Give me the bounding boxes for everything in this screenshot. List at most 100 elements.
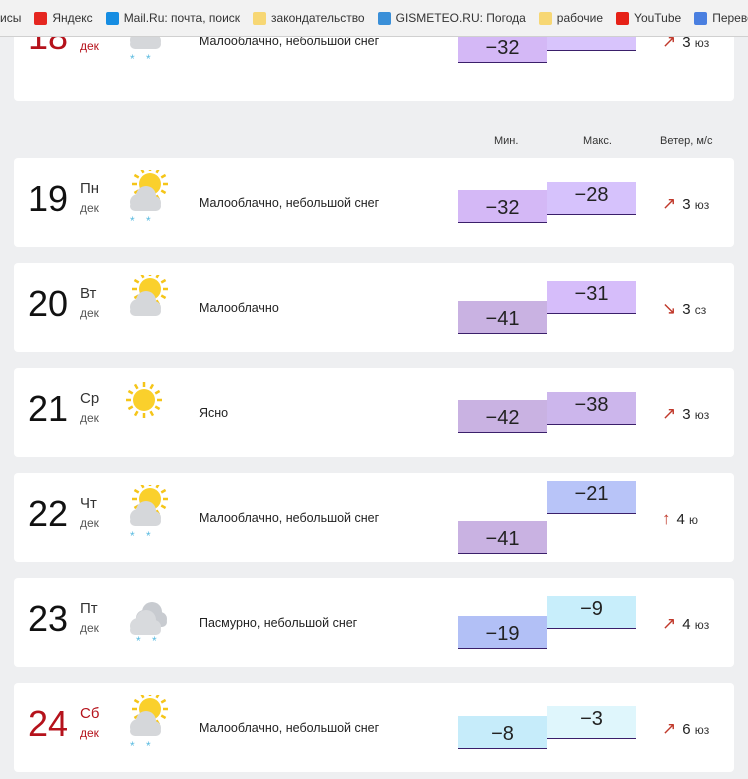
bookmark-item[interactable]: YouTube xyxy=(616,11,681,25)
bookmark-label: закондательство xyxy=(271,11,365,25)
forecast-day-card: 23 Пт дек * * Пасмурно, небольшой снег −1… xyxy=(14,578,734,667)
weather-description: Малооблачно, небольшой снег xyxy=(199,721,380,735)
svg-text:*: * xyxy=(146,739,151,753)
wind-direction: сз xyxy=(694,303,707,317)
forecast-day-card: 22 Чт дек * * Малооблачно, небольшой снег… xyxy=(14,473,734,562)
svg-text:*: * xyxy=(130,214,135,228)
wind-speed: 3 xyxy=(682,406,691,423)
svg-text:*: * xyxy=(146,529,151,543)
bookmark-item[interactable]: Перево xyxy=(694,11,748,25)
svg-text:*: * xyxy=(130,52,135,66)
bookmark-item[interactable]: GISMETEO.RU: Погода xyxy=(377,11,526,25)
month: дек xyxy=(80,39,99,53)
bookmark-label: исы xyxy=(0,11,22,25)
weather-description: Малооблачно, небольшой снег xyxy=(199,511,380,525)
bookmark-icon xyxy=(105,11,119,25)
partly-cloudy-snow-icon: * * xyxy=(118,481,174,550)
bookmark-label: Перево xyxy=(712,11,748,25)
svg-text:*: * xyxy=(130,739,135,753)
bookmark-item[interactable]: Яндекс xyxy=(34,11,93,25)
svg-text:*: * xyxy=(146,52,151,66)
max-temp-bar: −31 xyxy=(547,281,636,314)
min-temp-bar: −42 xyxy=(458,400,547,433)
bookmark-label: Mail.Ru: почта, поиск xyxy=(123,11,241,25)
sun-icon xyxy=(118,380,174,445)
forecast-day-card: 21 Ср дек Ясно −42 −38 ↗ 3 юз xyxy=(14,368,734,457)
min-header: Мин. xyxy=(494,135,519,147)
wind: ↗ 3 юз xyxy=(662,404,709,424)
wind-arrow-icon: ↗ xyxy=(662,614,677,633)
wind-speed: 4 xyxy=(676,511,685,528)
partly-cloudy-snow-icon: * * xyxy=(118,691,174,760)
month: дек xyxy=(80,411,99,425)
min-temp-bar: −32 xyxy=(458,190,547,223)
wind-arrow-icon: ↘ xyxy=(662,299,677,318)
wind-direction: юз xyxy=(694,723,710,737)
bookmark-item[interactable]: исы xyxy=(0,11,21,25)
svg-text:*: * xyxy=(146,214,151,228)
weekday: Ср xyxy=(80,390,100,407)
max-temp-bar: −3 xyxy=(547,706,636,739)
bookmark-icon xyxy=(34,11,48,25)
wind-direction: ю xyxy=(689,513,699,527)
month: дек xyxy=(80,201,99,215)
max-temp-bar: −38 xyxy=(547,392,636,425)
forecast-day-card: 20 Вт дек Малооблачно −41 −31 ↘ 3 сз xyxy=(14,263,734,352)
weekday: Вт xyxy=(80,285,97,302)
wind-direction: юз xyxy=(694,198,710,212)
partly-cloudy-icon xyxy=(118,271,174,340)
min-temp-bar: −8 xyxy=(458,716,547,749)
max-temp-bar: −9 xyxy=(547,596,636,629)
day-number: 19 xyxy=(28,178,69,219)
overcast-snow-icon: * * xyxy=(118,590,178,655)
wind: ↗ 6 юз xyxy=(662,719,709,739)
bookmark-icon xyxy=(694,11,708,25)
day-number: 24 xyxy=(28,703,69,744)
weekday: Чт xyxy=(80,495,97,512)
max-header: Макс. xyxy=(583,135,612,147)
month: дек xyxy=(80,306,99,320)
wind-arrow-icon: ↗ xyxy=(662,404,677,423)
wind-speed: 3 xyxy=(682,196,691,213)
bookmark-item[interactable]: рабочие xyxy=(538,11,604,25)
svg-text:*: * xyxy=(130,529,135,543)
bookmark-icon xyxy=(538,11,552,25)
weather-description: Малооблачно, небольшой снег xyxy=(199,196,380,210)
day-number: 21 xyxy=(28,388,69,429)
weekday: Пн xyxy=(80,180,100,197)
wind: ↑ 4 ю xyxy=(662,509,698,529)
min-temp-bar: −41 xyxy=(458,521,547,554)
bookmark-icon xyxy=(377,11,391,25)
bookmark-label: GISMETEO.RU: Погода xyxy=(395,11,526,25)
day-number: 23 xyxy=(28,598,69,639)
bookmark-item[interactable]: Mail.Ru: почта, поиск xyxy=(105,11,241,25)
month: дек xyxy=(80,621,99,635)
wind-header: Ветер, м/с xyxy=(660,135,713,147)
day-number: 22 xyxy=(28,493,69,534)
bookmark-label: рабочие xyxy=(556,11,604,25)
day-number: 20 xyxy=(28,283,69,324)
wind: ↘ 3 сз xyxy=(662,299,706,319)
max-temp-bar: −21 xyxy=(547,481,636,514)
wind: ↗ 3 юз xyxy=(662,194,709,214)
wind-arrow-icon: ↑ xyxy=(662,509,671,528)
wind-arrow-icon: ↗ xyxy=(662,194,677,213)
month: дек xyxy=(80,726,99,740)
wind-direction: юз xyxy=(694,618,710,632)
wind-speed: 4 xyxy=(682,616,691,633)
bookmark-item[interactable]: закондательство xyxy=(253,11,365,25)
weather-description: Ясно xyxy=(199,406,229,420)
min-temp-bar: −19 xyxy=(458,616,547,649)
bookmark-icon xyxy=(616,11,630,25)
weekday: Сб xyxy=(80,705,100,722)
wind-arrow-icon: ↗ xyxy=(662,719,677,738)
weather-description: Малооблачно xyxy=(199,301,279,315)
wind-speed: 6 xyxy=(682,721,691,738)
partly-cloudy-snow-icon: * * xyxy=(118,166,174,235)
svg-text:*: * xyxy=(136,634,141,648)
wind: ↗ 4 юз xyxy=(662,614,709,634)
wind-speed: 3 xyxy=(682,301,691,318)
weather-description: Пасмурно, небольшой снег xyxy=(199,616,358,630)
forecast-day-card: 19 Пн дек * * Малооблачно, небольшой снег… xyxy=(14,158,734,247)
bookmark-label: YouTube xyxy=(634,11,682,25)
